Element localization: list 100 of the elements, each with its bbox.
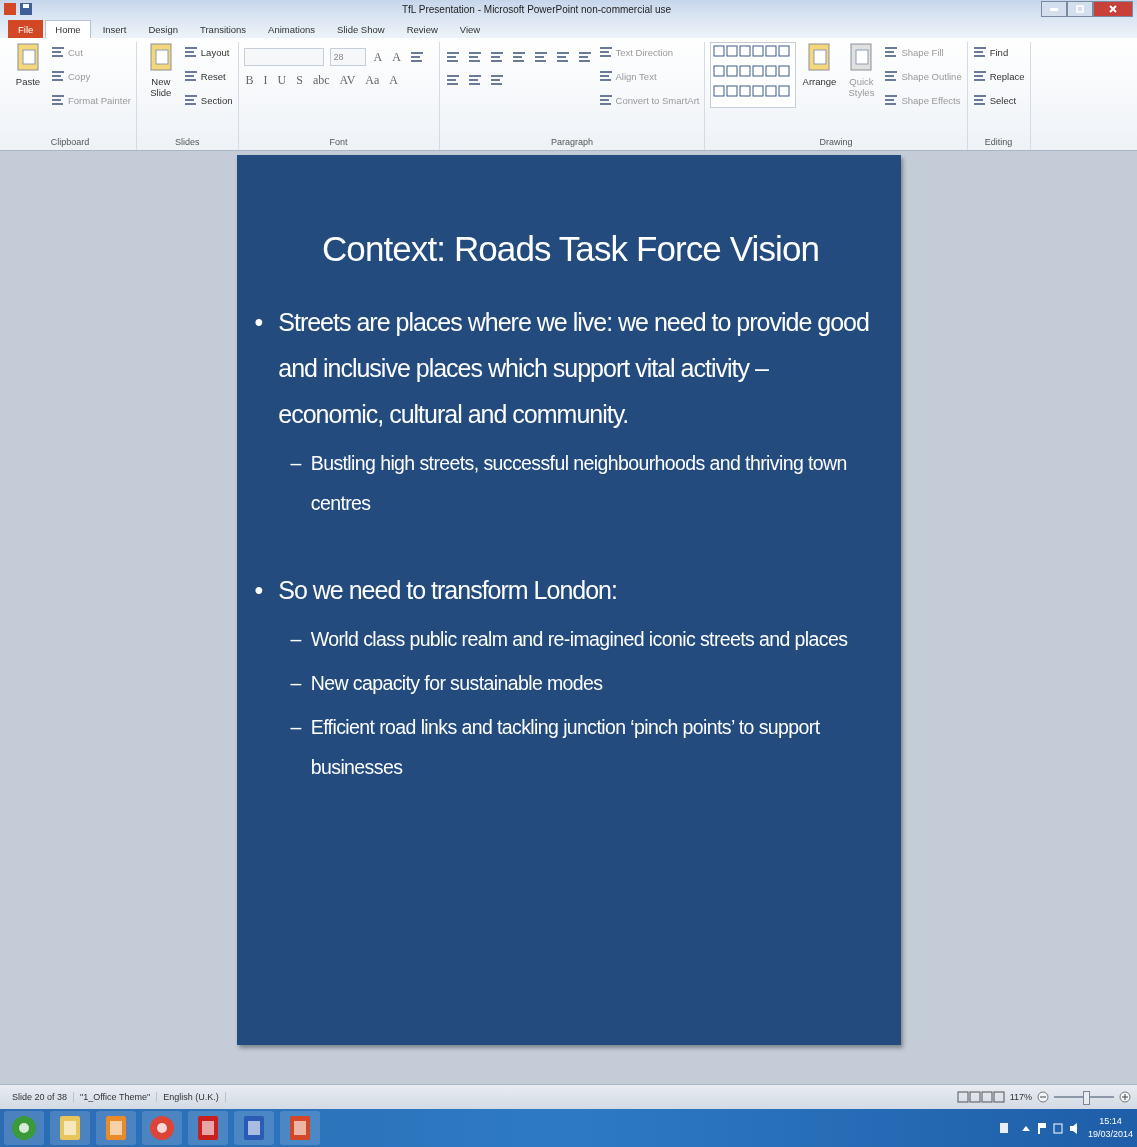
bullet-text: Efficient road links and tackling junction ‘pinch points’ to support businesses [310,715,821,780]
zoom-in-icon[interactable] [1119,1091,1131,1103]
view-buttons-icon[interactable] [956,1091,1005,1103]
ribbon-tab[interactable]: Slide Show [327,20,395,38]
tool-icon [972,69,987,83]
font-field[interactable]: 28 [329,48,366,66]
bullet-marker: – [290,627,301,652]
bullet-marker: • [254,575,263,606]
tool-icon [444,50,461,64]
group-label: Font [328,136,349,149]
ribbon-tab[interactable]: File [8,20,44,38]
tool-icon [488,73,505,87]
tool-icon [598,45,613,59]
minimize-button[interactable] [1041,1,1067,17]
taskbar-button[interactable] [280,1111,320,1145]
taskbar-button[interactable] [4,1111,44,1145]
tool-icon [408,50,425,64]
start-orb-icon [11,1115,37,1141]
ribbon-button[interactable]: Arrange [800,42,839,134]
tool-icon [51,69,65,83]
bullet-marker: – [290,451,301,476]
minimize-icon [1050,7,1058,11]
format-button[interactable]: I [261,71,270,89]
ribbon-button[interactable]: Find [972,42,1025,62]
status-text: Slide 20 of 38 [6,1092,75,1102]
taskbar-button[interactable] [234,1111,274,1145]
bullet-marker: – [290,715,301,740]
format-button[interactable]: abc [310,71,332,89]
bullet-text: Streets are places where we live: we need to provide good and inclusive places which support vital activity – economic, cultural and community. [278,307,870,430]
tool-icon [884,45,899,59]
document-icon [848,42,875,72]
group-label: Drawing [818,136,854,149]
tool-icon [972,45,987,59]
format-button[interactable]: A [371,48,385,66]
taskbar-button[interactable] [142,1111,182,1145]
font-field[interactable] [243,48,324,66]
ribbon-tab[interactable]: Home [45,20,91,38]
bullet-marker: • [254,307,263,338]
ribbon-button[interactable]: New Slide [141,42,180,134]
ribbon-button[interactable]: Reset [183,66,233,86]
app-tile-icon [243,1115,265,1141]
group-label: Paragraph [549,136,594,149]
format-button[interactable]: AV [337,71,358,89]
format-button[interactable]: S [294,71,305,89]
tool-icon [51,45,65,59]
format-button[interactable]: Aa [363,71,382,89]
zoom-level[interactable]: 117% [1009,1092,1032,1102]
document-icon [147,42,174,72]
app-tile-icon [105,1115,127,1141]
clock-date: 19/03/2014 [1087,1128,1133,1141]
zoom-slider[interactable] [1083,1091,1091,1105]
format-button[interactable]: A [387,71,400,89]
status-text: English (U.K.) [157,1092,226,1102]
tool-icon [466,73,483,87]
tool-icon [183,69,198,83]
app-logo-icon [4,3,16,15]
ribbon-button[interactable]: Select [972,90,1025,110]
taskbar-button[interactable] [50,1111,90,1145]
zoom-out-icon[interactable] [1037,1091,1049,1103]
ribbon-button[interactable]: Layout [183,42,233,62]
ribbon-button[interactable]: Paste [9,42,47,134]
group-label: Slides [173,136,201,149]
bullet-text: New capacity for sustainable modes [310,671,603,696]
format-button[interactable]: A [390,48,403,66]
tray-icons[interactable] [999,1121,1080,1135]
ribbon-tab[interactable]: Animations [258,20,326,38]
format-button[interactable]: B [243,71,256,89]
tool-icon [532,50,549,64]
ribbon-tab[interactable]: View [449,20,491,38]
tool-icon [183,93,198,107]
circle-logo-icon [149,1115,175,1141]
tool-icon [972,93,987,107]
taskbar-button[interactable] [96,1111,136,1145]
shape-gallery[interactable] [710,42,797,108]
tool-icon [444,73,461,87]
tool-icon [884,69,899,83]
group-label: Clipboard [49,136,91,149]
window-title: TfL Presentation - Microsoft PowerPoint non-commercial use [400,3,673,15]
document-icon [806,42,833,72]
taskbar-button[interactable] [188,1111,228,1145]
ribbon-button[interactable]: Section [183,90,233,110]
maximize-icon [1076,5,1084,13]
ribbon-tab[interactable]: Transitions [190,20,257,38]
tool-icon [510,50,527,64]
tool-icon [466,50,483,64]
app-tile-icon [197,1115,219,1141]
tool-icon [554,50,571,64]
slide-title: Context: Roads Task Force Vision [320,229,821,269]
tool-icon [598,69,613,83]
ribbon-tab[interactable]: Design [138,20,188,38]
maximize-button[interactable] [1067,1,1093,17]
ribbon-tab[interactable]: Insert [92,20,137,38]
ribbon-button[interactable]: Replace [972,66,1025,86]
tool-icon [488,50,505,64]
save-icon[interactable] [20,3,32,15]
document-icon [15,42,41,72]
close-button[interactable] [1093,1,1133,17]
format-button[interactable]: U [275,71,289,89]
tool-icon [598,93,613,107]
ribbon-tab[interactable]: Review [396,20,448,38]
